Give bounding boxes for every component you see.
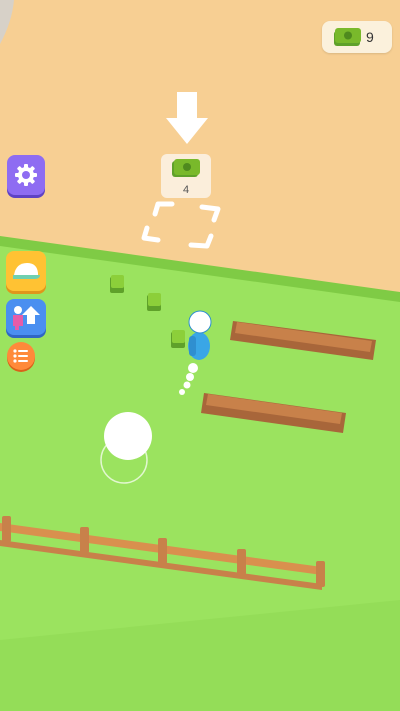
gear-icon <box>15 164 37 186</box>
cap-icon <box>13 263 40 279</box>
build-cost-card[interactable]: 4 <box>161 154 211 198</box>
upgrade-arrow-icon <box>13 306 40 330</box>
cash-icon <box>172 159 200 177</box>
cash-pile[interactable] <box>147 293 161 311</box>
cash-pile[interactable] <box>171 330 185 348</box>
settings-button[interactable] <box>7 155 45 195</box>
money-counter: 9 <box>322 21 392 53</box>
task-list-button[interactable] <box>7 342 35 370</box>
list-icon <box>13 349 28 363</box>
build-cost-value: 4 <box>183 184 189 196</box>
game-scene[interactable]: 4 <box>0 0 400 711</box>
game-stage[interactable]: 4 9 <box>0 0 400 711</box>
cash-pile[interactable] <box>110 275 124 293</box>
upgrade-button[interactable] <box>6 299 46 335</box>
cap-shop-button[interactable] <box>6 251 46 291</box>
cash-icon <box>334 28 361 46</box>
money-value: 9 <box>366 29 374 45</box>
